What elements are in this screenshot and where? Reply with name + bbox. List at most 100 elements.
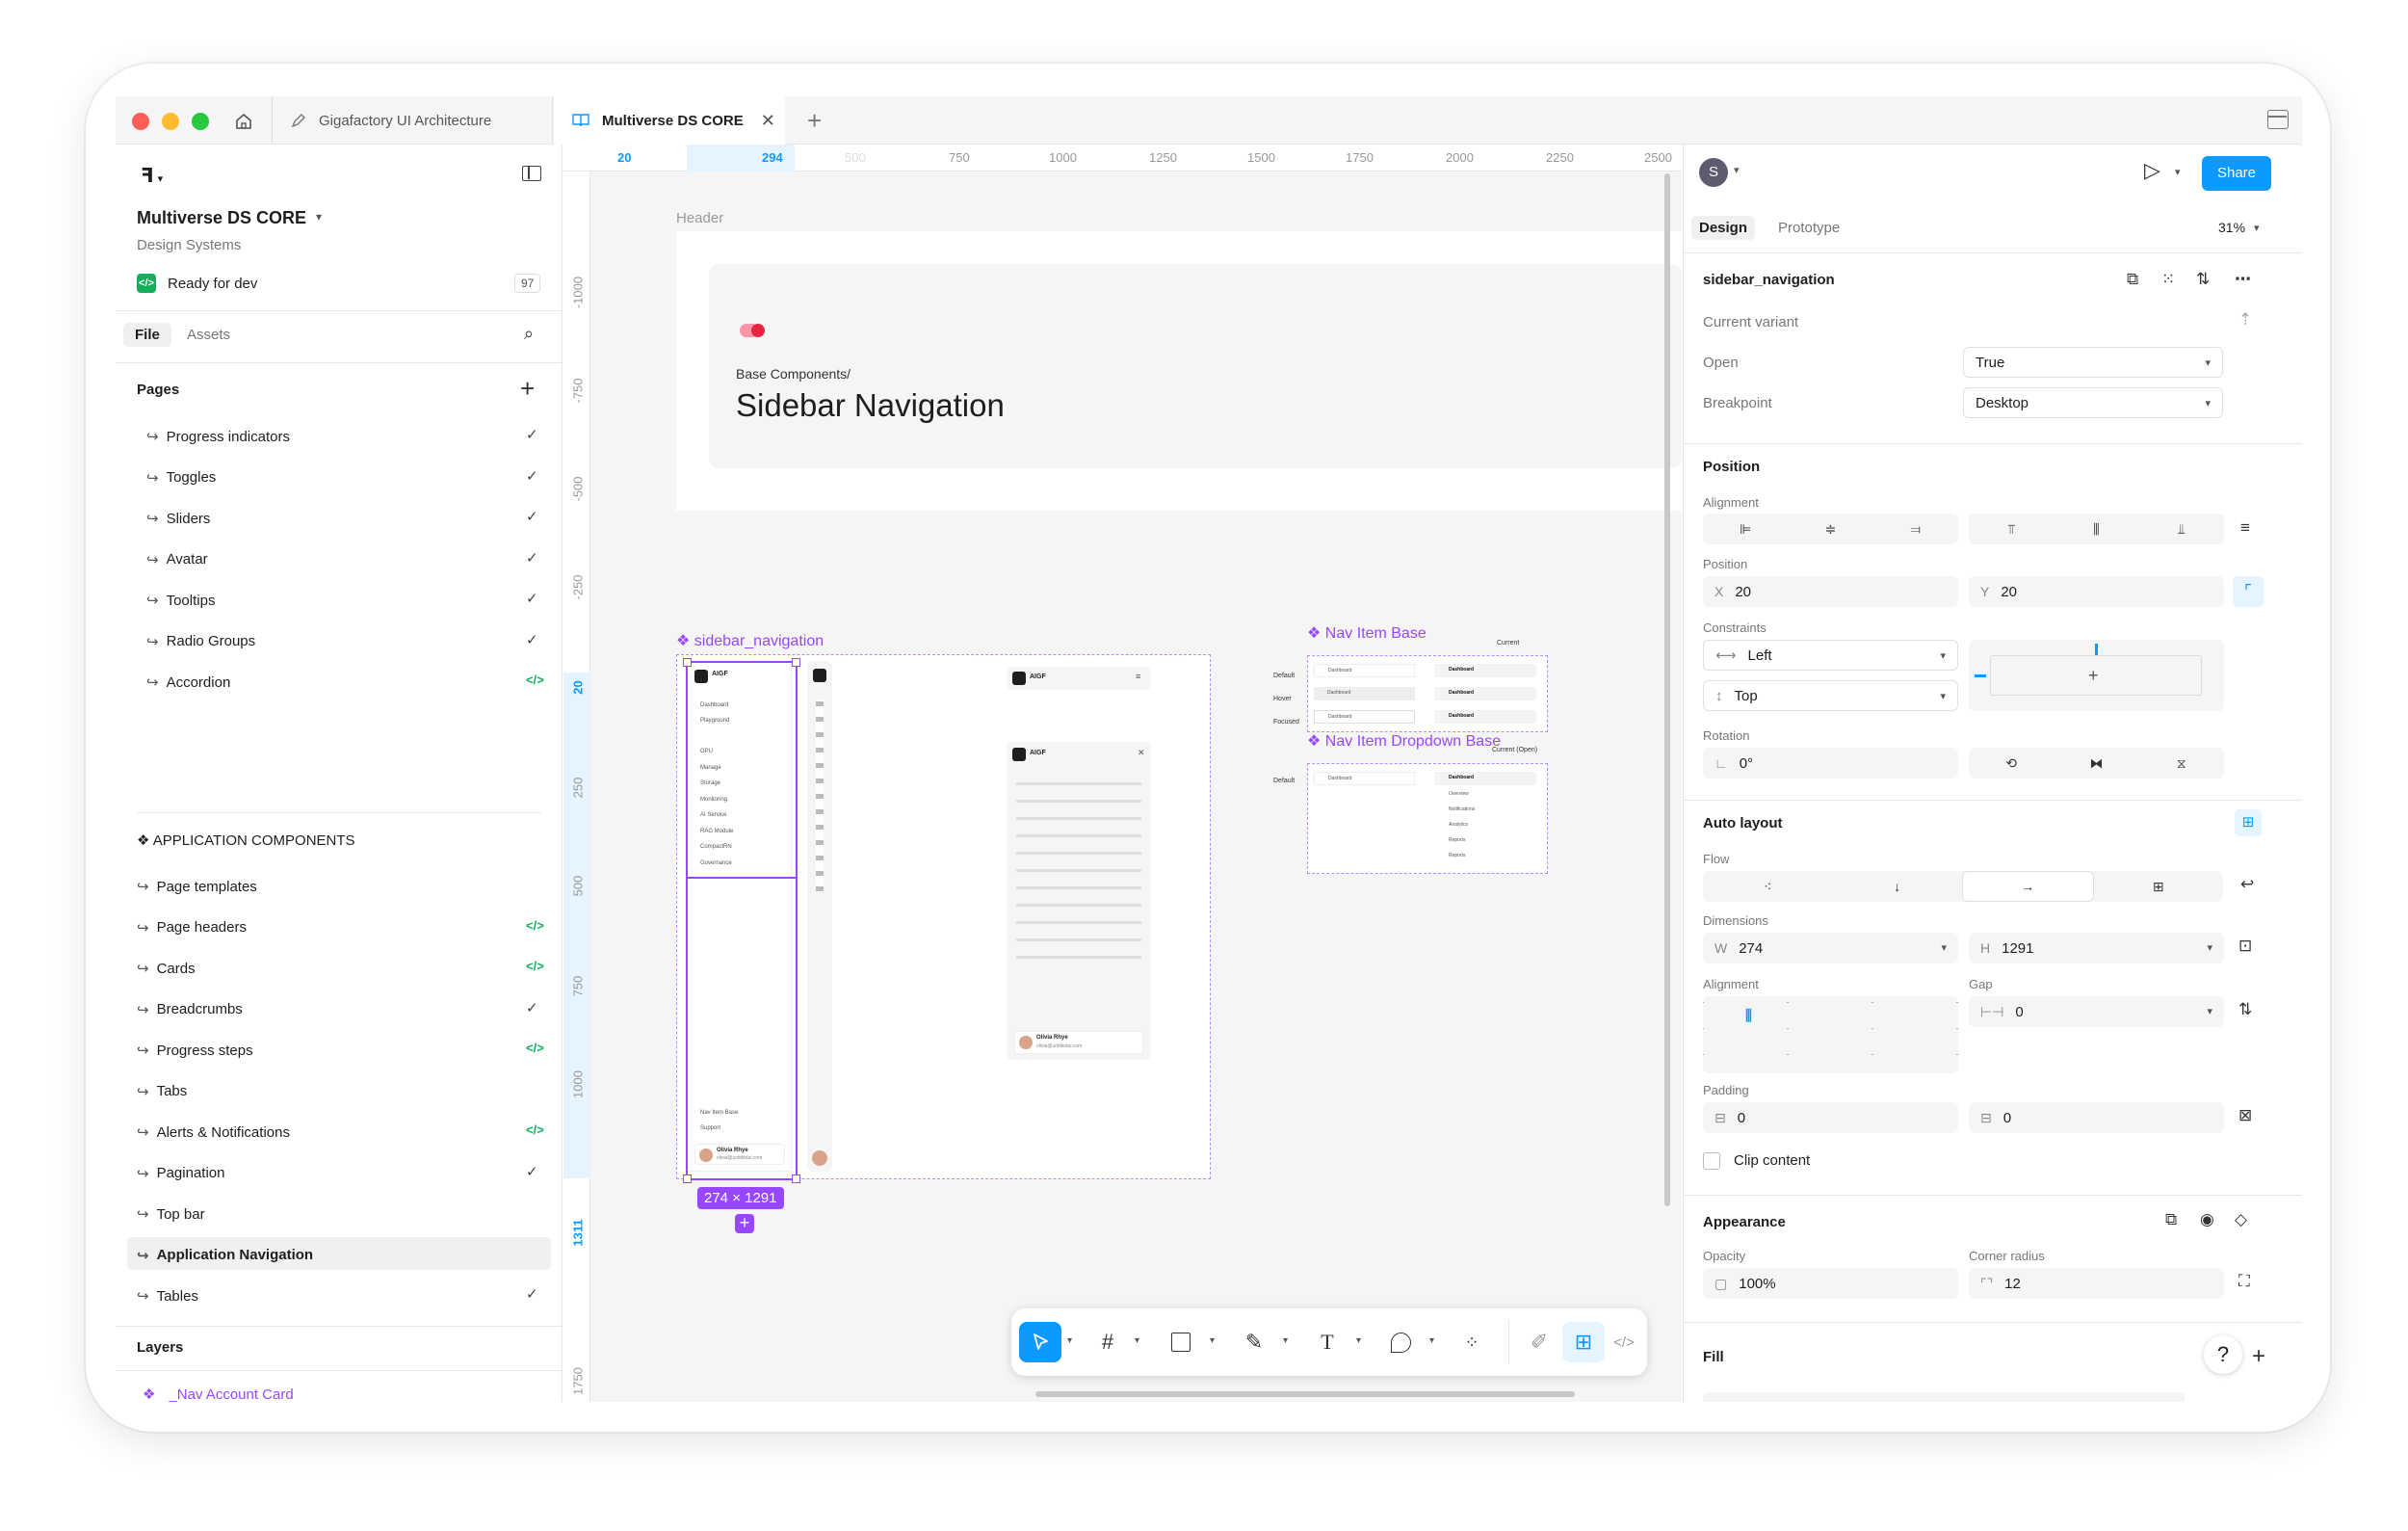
ignore-layout-icon[interactable]: ⌜	[2233, 576, 2264, 607]
alignment-grid[interactable]: ⫼	[1703, 996, 1958, 1073]
share-button[interactable]: Share	[2202, 156, 2271, 191]
design-mode-button[interactable]: ⊞	[1562, 1322, 1605, 1362]
section-heading[interactable]: ❖ APPLICATION COMPONENTS	[137, 831, 355, 849]
actions-button[interactable]: ⁘	[1451, 1322, 1493, 1362]
flow-vertical-icon[interactable]: ↓	[1833, 871, 1963, 902]
flow-grid-icon[interactable]: ⊞	[2094, 871, 2224, 902]
selection-box[interactable]	[683, 658, 800, 1183]
chevron-down-icon[interactable]: ▾	[1067, 1335, 1072, 1346]
constraint-top-indicator[interactable]	[2095, 644, 2098, 655]
variant-mobile-header[interactable]: AIGF ≡	[1007, 667, 1151, 690]
nav-dropdown-label[interactable]: ❖ Nav Item Dropdown Base	[1307, 731, 1501, 751]
gap-field[interactable]: ⊢⊣ 0 ▾	[1969, 996, 2224, 1027]
nav-dropdown-set[interactable]: Dashboard Dashboard Overview Notification…	[1307, 763, 1548, 874]
close-tab-icon[interactable]: ✕	[761, 111, 775, 131]
prop-breakpoint-select[interactable]: Desktop ▾	[1963, 387, 2223, 418]
add-variant-icon[interactable]: +	[735, 1214, 754, 1233]
comment-tool-button[interactable]	[1379, 1322, 1422, 1362]
align-top-icon[interactable]: ⫪	[1969, 514, 2054, 544]
page-item[interactable]: ↪ Page templates	[137, 876, 257, 897]
page-item[interactable]: ↪ Progress steps	[137, 1040, 253, 1061]
file-menu-chevron-icon[interactable]: ▾	[316, 210, 322, 224]
flip-horizontal-icon[interactable]: ⧓	[2054, 748, 2138, 779]
page-item[interactable]: ↪ Avatar	[146, 549, 208, 570]
height-field[interactable]: H 1291 ▾	[1969, 933, 2224, 963]
horizontal-scrollbar[interactable]	[1035, 1391, 1575, 1397]
page-item[interactable]: ↪ Breadcrumbs	[137, 999, 243, 1020]
vertical-constraint-select[interactable]: ↕ Top ▾	[1703, 680, 1958, 711]
individual-corners-icon[interactable]: ⛶	[2238, 1272, 2250, 1291]
header-frame[interactable]: Base Components/ Sidebar Navigation	[676, 231, 1682, 511]
align-left-icon[interactable]: ⊫	[1703, 514, 1788, 544]
present-icon[interactable]: ▷	[2144, 158, 2160, 183]
add-fill-icon[interactable]: +	[2252, 1343, 2265, 1370]
minimize-window-button[interactable]	[162, 113, 179, 130]
tab-multiverse[interactable]: Multiverse DS CORE ✕	[554, 96, 785, 145]
layer-item[interactable]: ❖ _Nav Account Card	[143, 1386, 294, 1403]
close-window-button[interactable]	[132, 113, 149, 130]
flow-freeform-icon[interactable]: ⁖	[1703, 871, 1833, 902]
page-item[interactable]: ↪ Page headers	[137, 917, 247, 938]
page-item[interactable]: ↪ Cards	[137, 958, 196, 979]
flow-horizontal-icon[interactable]: →	[1962, 871, 2094, 902]
resize-to-fit-icon[interactable]: ⊡	[2238, 937, 2252, 956]
frame-tool-button[interactable]: #	[1086, 1322, 1129, 1362]
home-icon[interactable]	[230, 108, 257, 135]
help-button[interactable]: ?	[2204, 1335, 2242, 1374]
y-position-field[interactable]: Y 20	[1969, 576, 2224, 607]
variant-collapsed[interactable]	[807, 661, 832, 1172]
layout-settings-icon[interactable]: ⇅	[2238, 1000, 2252, 1019]
page-item[interactable]: ↪ Radio Groups	[146, 631, 255, 652]
prop-open-select[interactable]: True ▾	[1963, 347, 2223, 378]
user-avatar[interactable]: S	[1699, 158, 1728, 187]
padding-horizontal-field[interactable]: ⊟ 0	[1703, 1102, 1958, 1133]
chevron-down-icon[interactable]: ▾	[2254, 222, 2260, 234]
shape-tool-button[interactable]	[1160, 1322, 1202, 1362]
corner-radius-field[interactable]: ⌜⌝ 12	[1969, 1268, 2224, 1299]
chevron-down-icon[interactable]: ▾	[2175, 166, 2181, 178]
page-item[interactable]: ↪ Application Navigation	[137, 1245, 313, 1266]
pen-tool-button[interactable]: ✎	[1233, 1322, 1275, 1362]
tab-assets[interactable]: Assets	[187, 327, 230, 343]
page-item[interactable]: ↪ Alerts & Notifications	[137, 1122, 290, 1143]
canvas[interactable]: 20 294 500 750 1000 1250 1500 1750 2000 2250 2500 …	[563, 145, 1682, 1402]
add-page-icon[interactable]: +	[520, 374, 535, 404]
visibility-eye-icon[interactable]: ◉	[2200, 1210, 2214, 1229]
dev-status[interactable]: Ready for dev	[168, 276, 257, 292]
page-item[interactable]: ↪ Accordion	[146, 672, 230, 693]
maximize-window-button[interactable]	[192, 113, 209, 130]
rotation-field[interactable]: ∟ 0°	[1703, 748, 1958, 779]
nav-item-label[interactable]: ❖ Nav Item Base	[1307, 623, 1426, 643]
page-item[interactable]: ↪ Top bar	[137, 1203, 205, 1225]
tab-gigafactory[interactable]: Gigafactory UI Architecture	[272, 96, 553, 145]
tab-design[interactable]: Design	[1691, 216, 1756, 240]
draw-mode-button[interactable]: ✐	[1518, 1322, 1560, 1362]
resize-handle[interactable]	[683, 658, 692, 667]
component-properties-icon[interactable]: ⇅	[2196, 270, 2210, 289]
page-item[interactable]: ↪ Tabs	[137, 1081, 187, 1102]
variant-mobile-open[interactable]: AIGF ✕ Olivia Rhye olivia@untitledui.com	[1007, 742, 1151, 1060]
align-bottom-icon[interactable]: ⫫	[2139, 514, 2224, 544]
align-middle-icon[interactable]: ⫼	[2054, 514, 2138, 544]
wrap-icon[interactable]: ↩	[2240, 875, 2254, 894]
page-item[interactable]: ↪ Pagination	[137, 1163, 224, 1184]
tab-prototype[interactable]: Prototype	[1778, 220, 1840, 236]
page-item[interactable]: ↪ Progress indicators	[146, 426, 290, 447]
align-center-h-icon[interactable]: ≑	[1788, 514, 1872, 544]
padding-vertical-field[interactable]: ⊟ 0	[1969, 1102, 2224, 1133]
search-icon[interactable]: ⌕	[524, 324, 534, 344]
component-set-label[interactable]: ❖ sidebar_navigation	[676, 631, 824, 650]
panel-toggle-icon[interactable]	[2267, 110, 2289, 129]
opacity-field[interactable]: ▢ 100%	[1703, 1268, 1958, 1299]
sidebar-toggle-icon[interactable]	[522, 166, 541, 181]
resize-handle[interactable]	[792, 1175, 800, 1183]
move-tool-button[interactable]	[1019, 1322, 1061, 1362]
individual-padding-icon[interactable]: ⊠	[2238, 1106, 2252, 1125]
horizontal-constraint-select[interactable]: ⟷ Left ▾	[1703, 640, 1958, 671]
go-to-main-component-icon[interactable]: ⧉	[2127, 270, 2138, 289]
variable-mode-icon[interactable]: ⧉	[2165, 1210, 2177, 1229]
chevron-down-icon[interactable]: ▾	[1429, 1335, 1434, 1346]
main-menu-button[interactable]: ꟻ ▾	[141, 164, 163, 188]
chevron-down-icon[interactable]: ▾	[1210, 1335, 1215, 1346]
page-item[interactable]: ↪ Sliders	[146, 508, 210, 529]
